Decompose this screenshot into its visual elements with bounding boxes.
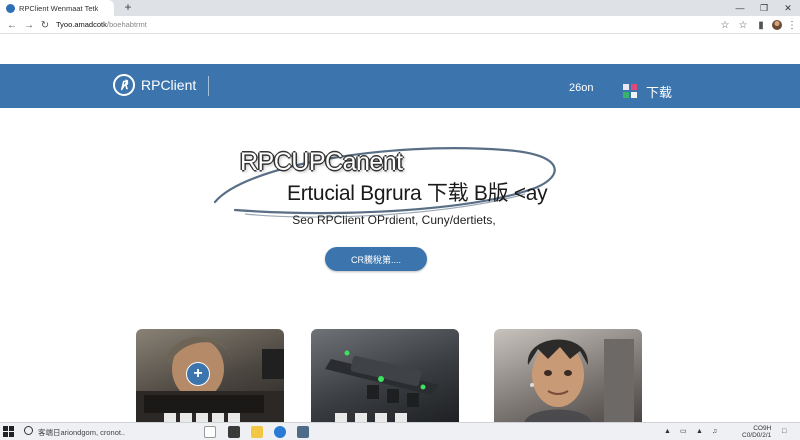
file-explorer-icon[interactable] — [228, 426, 240, 438]
site-header: ℟ RPClient 26on 下载 — [0, 64, 800, 108]
windows-start-icon[interactable] — [3, 426, 15, 438]
close-icon[interactable]: ✕ — [776, 0, 800, 16]
minimize-icon[interactable]: — — [728, 0, 752, 16]
bookmark-star-icon[interactable]: ☆ — [718, 17, 732, 33]
address-bar[interactable]: Tyoo.amadcotk/boehabtrmt — [56, 19, 711, 31]
logo-icon[interactable]: ℟ — [113, 74, 135, 96]
favorites-star-icon[interactable]: ☆ — [736, 17, 750, 33]
feature-card-photo[interactable] — [136, 329, 284, 423]
header-download-link[interactable]: 下载 — [646, 82, 672, 101]
browser-tabstrip: RPClient Wenmaat Tetk + — ❐ ✕ — [0, 0, 800, 16]
address-path: /boehabtrmt — [106, 20, 147, 29]
taskbar-search-input[interactable]: 客端日ariondgom, cronot.. — [38, 427, 125, 438]
folder-icon[interactable] — [251, 426, 263, 438]
feature-card-drone[interactable] — [311, 329, 459, 423]
feature-card-avatar[interactable] — [494, 329, 642, 423]
browser-toolbar: ← → ↻ Tyoo.amadcotk/boehabtrmt ☆ ☆ ▮ ⋮ — [0, 16, 800, 34]
clock-date: C0/D0/2/1 — [742, 432, 772, 439]
address-host: Tyoo.amadcotk — [56, 20, 107, 29]
brand-name[interactable]: RPClient — [141, 77, 196, 93]
taskbar-clock[interactable]: CO9H C0/D0/2/1 — [742, 425, 771, 439]
network-icon[interactable]: ▲ — [696, 428, 704, 435]
character-portrait-image — [524, 339, 634, 423]
app-icon[interactable] — [297, 426, 309, 438]
profile-avatar[interactable] — [772, 20, 782, 30]
reload-icon[interactable]: ↻ — [38, 16, 52, 34]
tab-title: RPClient Wenmaat Tetk — [19, 3, 99, 13]
edge-browser-icon[interactable] — [274, 426, 286, 438]
back-arrow-icon[interactable]: ← — [5, 16, 19, 34]
maximize-icon[interactable]: ❐ — [752, 0, 776, 16]
hero-download-button[interactable]: CR騰稅第.... — [325, 247, 427, 271]
favicon-icon — [6, 3, 15, 13]
hero-title: RPCUPCanent — [240, 148, 403, 176]
menu-dots-icon[interactable]: ⋮ — [785, 17, 799, 33]
clock-time: CO9H — [753, 425, 772, 432]
sidebar-icon[interactable]: ▮ — [754, 17, 768, 33]
drone-device-image — [325, 350, 439, 423]
tray-arrow-icon[interactable]: ▲ — [664, 428, 672, 435]
hero-subtitle: Ertucial Bgrura 下载 B版 <ay — [287, 182, 548, 205]
notifications-icon[interactable]: □ — [782, 428, 790, 435]
battery-icon[interactable]: ▭ — [680, 428, 688, 435]
browser-tab[interactable]: RPClient Wenmaat Tetk — [0, 0, 114, 16]
person-keyboard-image — [136, 336, 284, 423]
new-tab-button[interactable]: + — [122, 0, 134, 16]
task-view-icon[interactable] — [204, 426, 216, 438]
hero-tagline: Seo RPClient OPrdient, Cuny/dertiets, — [292, 213, 496, 227]
forward-arrow-icon[interactable]: → — [22, 16, 36, 34]
header-version-link[interactable]: 26on — [569, 82, 593, 94]
volume-icon[interactable]: ♫ — [712, 428, 720, 435]
os-taskbar: 客端日ariondgom, cronot.. ▲ ▭ ▲ ♫ CO9H C0/D… — [0, 422, 800, 440]
header-divider — [208, 76, 209, 96]
download-grid-icon[interactable] — [623, 84, 637, 98]
taskbar-search-icon[interactable] — [24, 426, 33, 435]
add-button[interactable]: + — [186, 362, 210, 386]
